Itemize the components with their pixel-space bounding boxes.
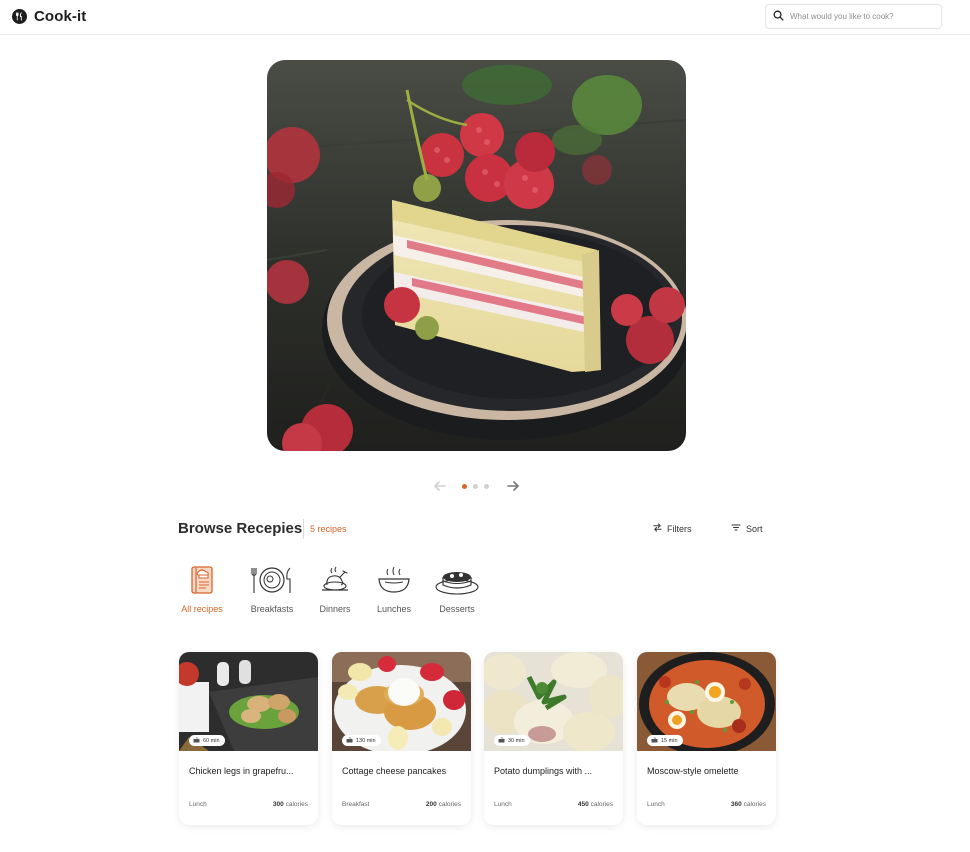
cook-time-badge: 130 min <box>342 735 381 746</box>
carousel-dot-active[interactable] <box>462 484 467 489</box>
cook-time: 15 min <box>661 737 678 744</box>
sort-label: Sort <box>746 523 763 534</box>
filters-label: Filters <box>667 523 692 534</box>
cook-time-badge: 60 min <box>189 735 225 746</box>
category-label: Lunches <box>376 604 412 614</box>
meal-type: Lunch <box>494 801 512 808</box>
sort-button[interactable]: Sort <box>731 523 763 534</box>
app-name: Cook-it <box>34 8 87 25</box>
recipe-title: Potato dumplings with ... <box>494 766 593 776</box>
search-box[interactable] <box>765 4 942 29</box>
calories-value: 360 <box>730 801 742 808</box>
category-label: Breakfasts <box>250 604 294 614</box>
calories-unit: calories <box>438 801 461 808</box>
recipe-card[interactable]: 60 min Chicken legs in grapefru... Lunch… <box>179 652 318 825</box>
carousel-dot[interactable] <box>484 484 489 489</box>
cook-time-badge: 15 min <box>647 735 683 746</box>
top-header: Cook-it <box>0 0 970 35</box>
cook-time: 60 min <box>203 737 220 744</box>
browse-title: Browse Recepies <box>178 520 303 537</box>
recipe-title: Chicken legs in grapefru... <box>189 766 294 776</box>
pot-icon <box>498 737 505 745</box>
cook-time: 30 min <box>508 737 525 744</box>
recipe-calories: 450 calories <box>578 801 613 808</box>
swap-arrows-icon <box>653 523 662 534</box>
calories-unit: calories <box>285 801 308 808</box>
category-desserts[interactable]: Desserts <box>427 564 487 614</box>
plate-cutlery-icon <box>242 564 302 596</box>
calories-value: 200 <box>425 801 437 808</box>
filters-button[interactable]: Filters <box>653 523 692 534</box>
calories-unit: calories <box>743 801 766 808</box>
recipe-card[interactable]: 130 min Cottage cheese pancakes Breakfas… <box>332 652 471 825</box>
hero-carousel-controls <box>433 479 523 495</box>
meal-type: Breakfast <box>342 801 370 808</box>
hero-image-raspberry-cake <box>267 60 686 451</box>
app-logo[interactable]: Cook-it <box>12 8 86 25</box>
soup-bowl-icon <box>364 564 424 596</box>
carousel-dot[interactable] <box>473 484 478 489</box>
category-label: All recipes <box>181 604 223 614</box>
arrow-left-icon[interactable] <box>433 479 447 493</box>
recipe-title: Cottage cheese pancakes <box>342 766 447 776</box>
recipe-calories: 360 calories <box>731 801 766 808</box>
recipe-count: 5 recipes <box>310 524 347 534</box>
cook-time-badge: 30 min <box>494 735 530 746</box>
arrow-right-icon[interactable] <box>506 479 520 493</box>
pot-icon <box>651 737 658 745</box>
recipe-card[interactable]: 30 min Potato dumplings with ... Lunch 4… <box>484 652 623 825</box>
category-dinners[interactable]: Dinners <box>305 564 365 614</box>
search-input[interactable] <box>790 12 930 21</box>
meal-type: Lunch <box>647 801 665 808</box>
pot-icon <box>346 737 353 745</box>
recipe-calories: 300 calories <box>273 801 308 808</box>
cookbook-icon <box>172 564 232 596</box>
cook-time: 130 min <box>356 737 376 744</box>
sort-lines-icon <box>731 523 741 534</box>
recipe-calories: 200 calories <box>426 801 461 808</box>
category-label: Dinners <box>319 604 351 614</box>
category-label: Desserts <box>439 604 475 614</box>
calories-value: 450 <box>577 801 589 808</box>
calories-value: 300 <box>272 801 284 808</box>
recipe-title: Moscow-style omelette <box>647 766 739 776</box>
recipe-card[interactable]: 15 min Moscow-style omelette Lunch 360 c… <box>637 652 776 825</box>
category-lunches[interactable]: Lunches <box>364 564 424 614</box>
pot-icon <box>193 737 200 745</box>
search-icon <box>773 8 784 26</box>
roast-chicken-icon <box>305 564 365 596</box>
meal-type: Lunch <box>189 801 207 808</box>
calories-unit: calories <box>590 801 613 808</box>
divider <box>303 519 304 539</box>
cake-icon <box>427 564 487 596</box>
category-breakfasts[interactable]: Breakfasts <box>242 564 302 614</box>
category-all-recipes[interactable]: All recipes <box>172 564 232 614</box>
fork-knife-icon <box>12 9 27 24</box>
